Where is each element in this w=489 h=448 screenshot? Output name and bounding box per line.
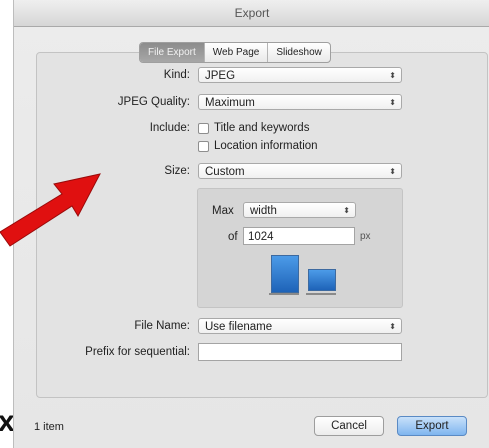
location-info-checkbox[interactable] [198, 141, 209, 152]
popup-arrows-icon: ⬍ [389, 71, 396, 80]
popup-arrows-icon: ⬍ [389, 98, 396, 107]
include-label: Include: [149, 122, 190, 134]
red-arrow-annotation [0, 173, 101, 247]
cancel-button[interactable]: Cancel [314, 416, 384, 436]
item-count: 1 item [34, 421, 64, 433]
tab-bar: File Export Web Page Slideshow [139, 42, 331, 63]
size-popup[interactable]: Custom ⬍ [198, 163, 402, 179]
jpeg-quality-label: JPEG Quality: [117, 96, 190, 108]
file-name-label: File Name: [134, 320, 190, 332]
max-dimension-value: width [250, 205, 277, 217]
kind-label: Kind: [163, 69, 190, 81]
prefix-field[interactable] [198, 343, 402, 361]
prefix-label: Prefix for sequential: [85, 346, 190, 358]
tab-file-export[interactable]: File Export [140, 43, 205, 62]
tab-slideshow[interactable]: Slideshow [268, 43, 330, 62]
custom-size-box: Max width ⬍ of 1024 px [197, 188, 403, 308]
kind-value: JPEG [205, 70, 236, 82]
cropped-background-text: x. [0, 405, 13, 438]
portrait-preview-icon [271, 255, 299, 293]
popup-arrows-icon: ⬍ [343, 206, 350, 215]
location-info-label: Location information [214, 140, 318, 152]
file-name-popup[interactable]: Use filename ⬍ [198, 318, 402, 334]
kind-popup[interactable]: JPEG ⬍ [198, 67, 402, 83]
popup-arrows-icon: ⬍ [389, 322, 396, 331]
jpeg-quality-value: Maximum [205, 97, 255, 109]
window-title: Export [14, 0, 489, 27]
portrait-shadow [269, 293, 299, 295]
landscape-shadow [306, 293, 336, 295]
title-keywords-checkbox[interactable] [198, 123, 209, 134]
file-name-value: Use filename [205, 321, 273, 333]
size-value: Custom [205, 166, 245, 178]
export-button[interactable]: Export [397, 416, 467, 436]
pixel-size-field[interactable]: 1024 [243, 227, 355, 245]
popup-arrows-icon: ⬍ [389, 167, 396, 176]
tab-web-page[interactable]: Web Page [205, 43, 269, 62]
landscape-preview-icon [308, 269, 336, 291]
title-keywords-label: Title and keywords [214, 122, 310, 134]
px-label: px [360, 231, 371, 242]
max-label: Max [212, 205, 234, 217]
of-label: of [228, 231, 238, 243]
jpeg-quality-popup[interactable]: Maximum ⬍ [198, 94, 402, 110]
max-dimension-popup[interactable]: width ⬍ [243, 202, 356, 218]
